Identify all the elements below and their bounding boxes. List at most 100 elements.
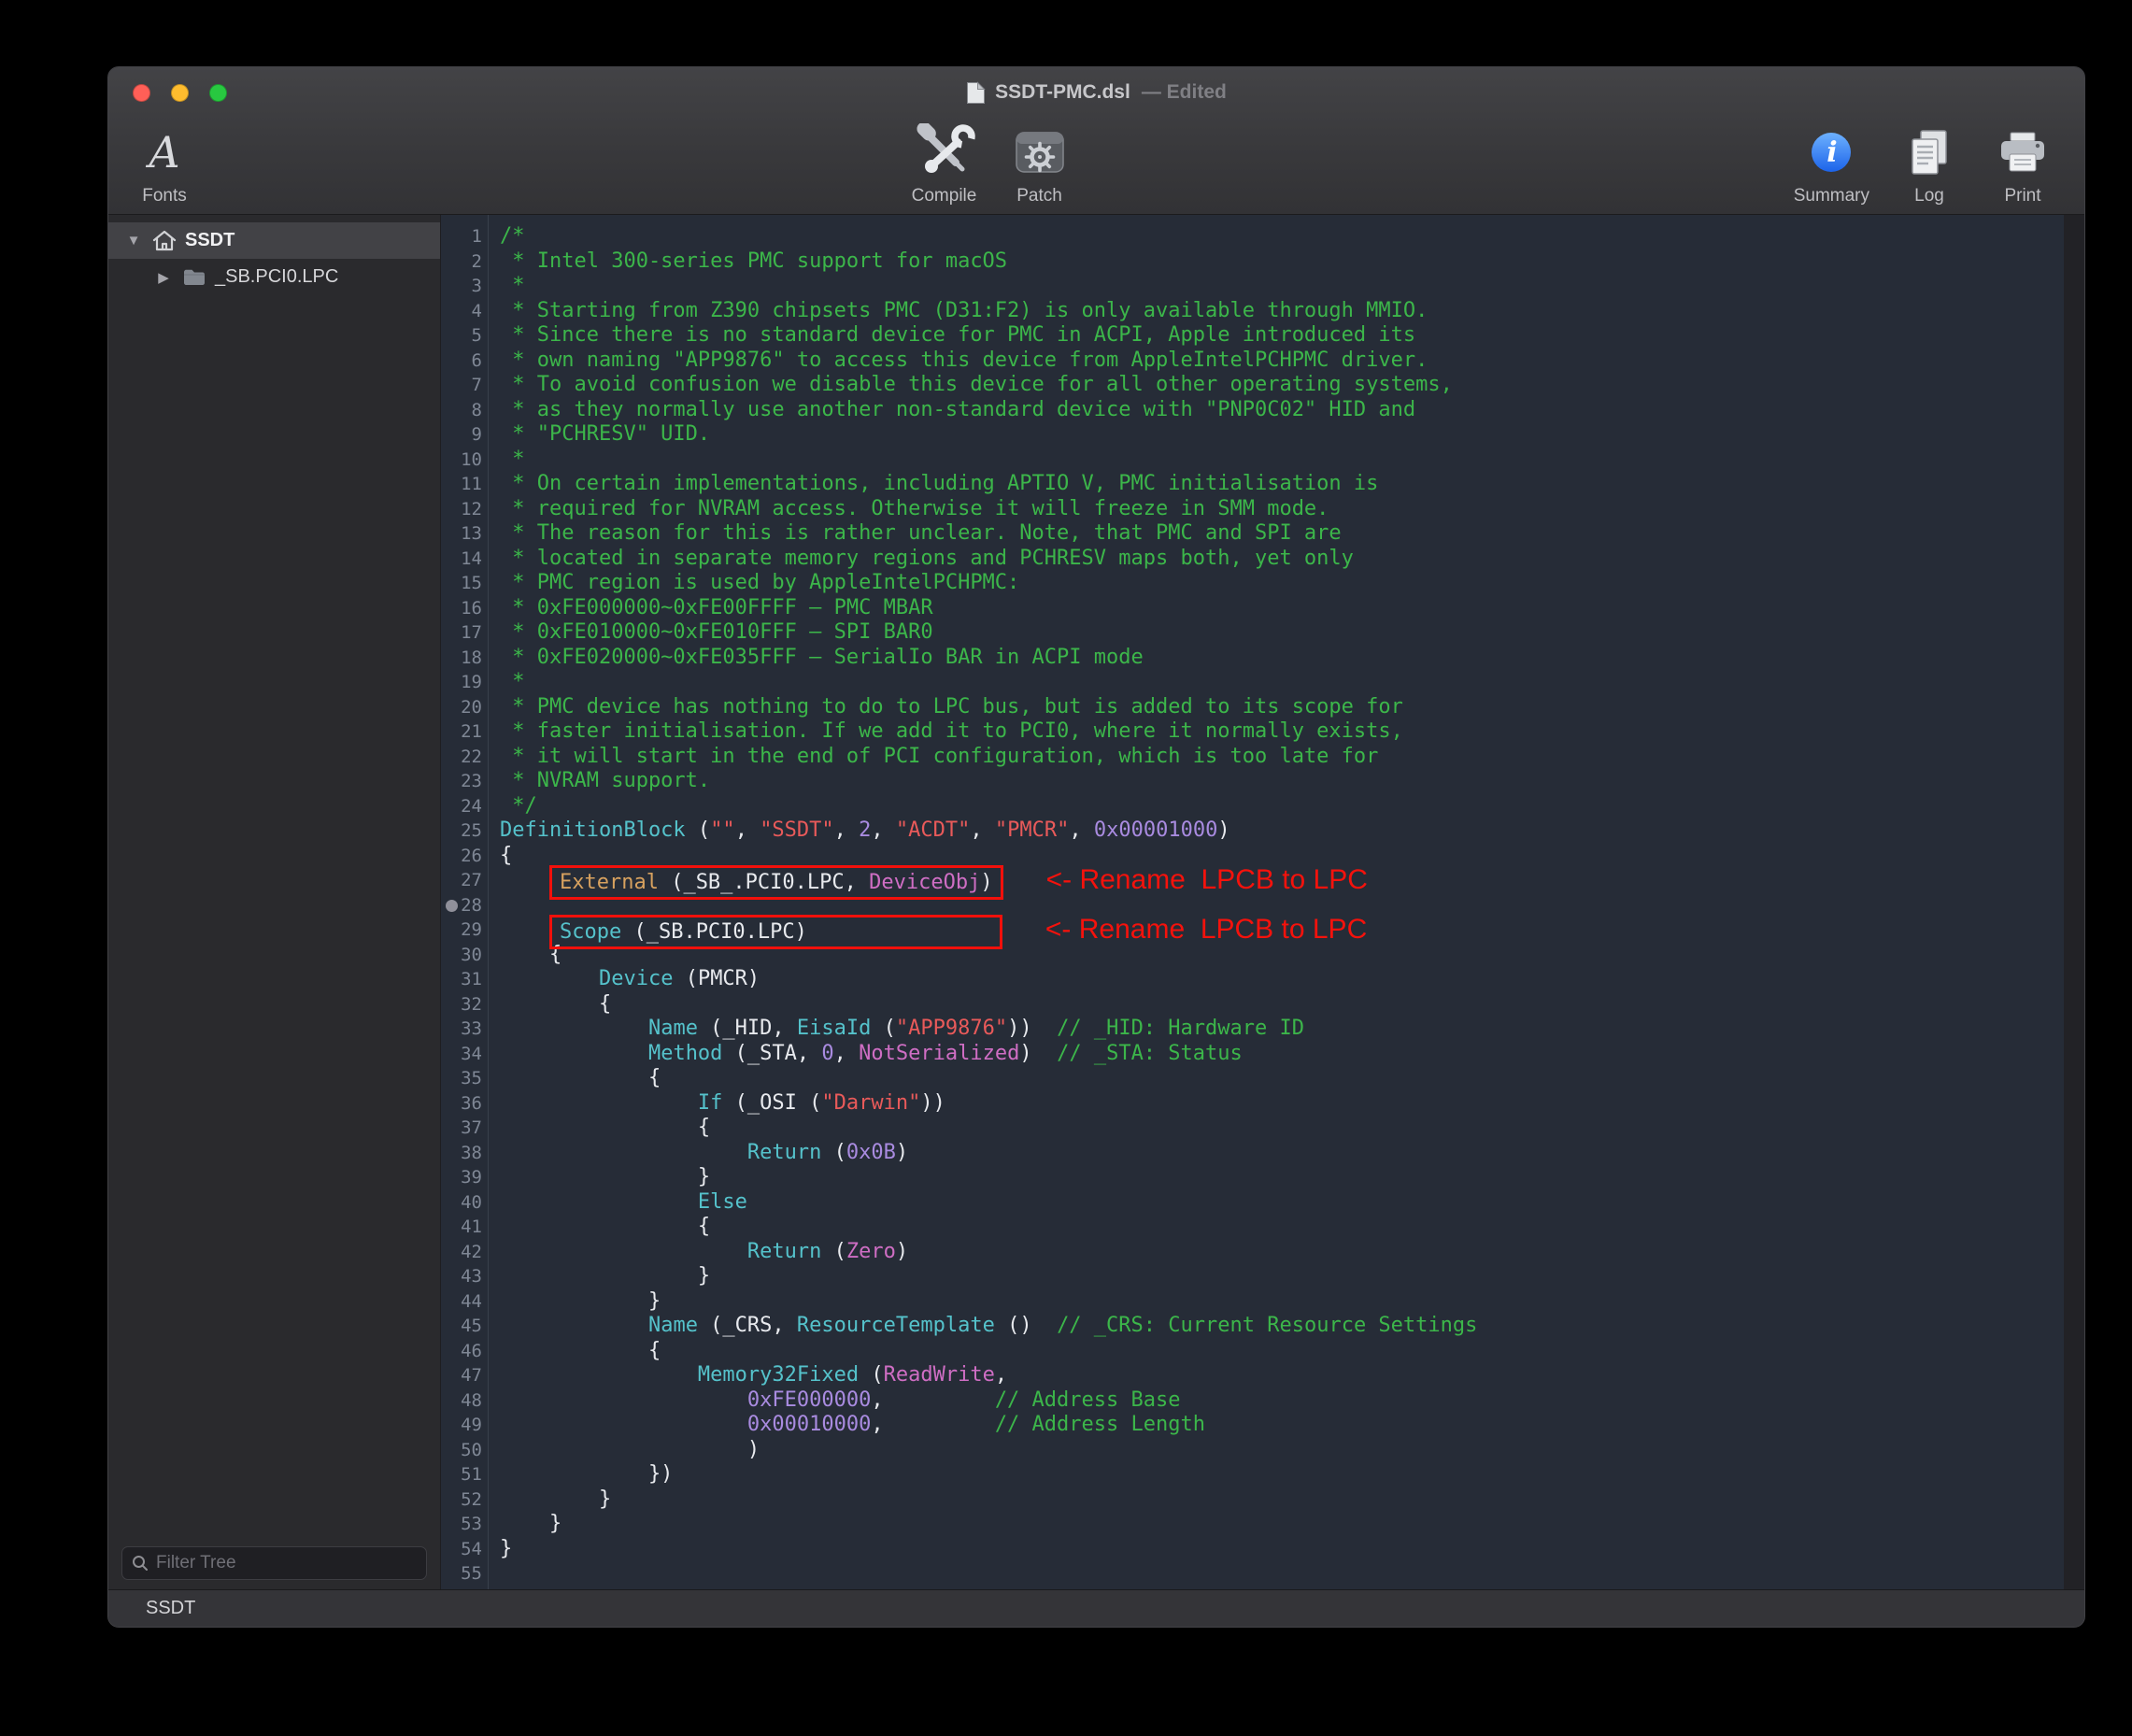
code-line[interactable]: * — [500, 274, 2064, 299]
code-line[interactable]: * The reason for this is rather unclear.… — [500, 521, 2064, 547]
zoom-button[interactable] — [209, 84, 227, 102]
code-token: // _STA: Status — [1057, 1042, 1243, 1065]
code-line[interactable]: * On certain implementations, including … — [500, 472, 2064, 497]
code-line[interactable]: * 0xFE010000~0xFE010FFF – SPI BAR0 — [500, 620, 2064, 646]
code-line[interactable]: 0xFE000000, // Address Base — [500, 1388, 2064, 1414]
code-line[interactable]: } — [500, 1289, 2064, 1315]
print-label: Print — [2004, 186, 2040, 206]
code-line[interactable]: * NVRAM support. — [500, 769, 2064, 794]
source-code[interactable]: /* * Intel 300-series PMC support for ma… — [489, 215, 2064, 1589]
code-token: Name — [648, 1314, 698, 1337]
title-bar[interactable]: SSDT-PMC.dsl — Edited — [108, 67, 2084, 118]
code-line[interactable]: * PMC device has nothing to do to LPC bu… — [500, 695, 2064, 720]
code-line[interactable]: * as they normally use another non-stand… — [500, 398, 2064, 423]
code-line[interactable]: { — [500, 1215, 2064, 1240]
code-line[interactable]: Return (0x0B) — [500, 1141, 2064, 1166]
code-line[interactable]: * faster initialisation. If we add it to… — [500, 719, 2064, 745]
code-token — [500, 1190, 698, 1214]
line-number: 50 — [441, 1438, 482, 1463]
code-line[interactable]: Scope (_SB.PCI0.LPC)<- Rename LPCB to LP… — [500, 918, 2064, 943]
code-line[interactable]: Name (_HID, EisaId ("APP9876")) // _HID:… — [500, 1017, 2064, 1042]
summary-button[interactable]: i Summary — [1794, 117, 1869, 214]
tree-item-sb-pci0-lpc[interactable]: ▶ _SB.PCI0.LPC — [108, 259, 440, 295]
code-line[interactable]: * 0xFE020000~0xFE035FFF – SerialIo BAR i… — [500, 646, 2064, 671]
code-line[interactable]: Method (_STA, 0, NotSerialized) // _STA:… — [500, 1042, 2064, 1067]
fonts-label: Fonts — [142, 186, 187, 206]
code-token: } — [500, 1264, 710, 1288]
code-line[interactable]: } — [500, 1165, 2064, 1190]
code-line[interactable]: } — [500, 1487, 2064, 1513]
code-line[interactable]: /* — [500, 224, 2064, 249]
code-line[interactable]: * 0xFE000000~0xFE00FFFF – PMC MBAR — [500, 596, 2064, 621]
code-line[interactable]: * To avoid confusion we disable this dev… — [500, 373, 2064, 398]
code-token: (_CRS, — [698, 1314, 797, 1337]
disclosure-open-icon[interactable]: ▼ — [123, 233, 144, 249]
code-line[interactable]: Memory32Fixed (ReadWrite, — [500, 1363, 2064, 1388]
code-token: , — [834, 818, 860, 842]
code-line[interactable]: { — [500, 1339, 2064, 1364]
code-line[interactable] — [500, 1561, 2064, 1587]
gutter-marker-dot[interactable] — [446, 900, 458, 912]
code-line[interactable]: Name (_CRS, ResourceTemplate () // _CRS:… — [500, 1314, 2064, 1339]
code-token: * On certain implementations, including … — [500, 472, 1378, 495]
code-line[interactable]: ) — [500, 1438, 2064, 1463]
code-token: , — [834, 1042, 860, 1065]
code-line[interactable]: * required for NVRAM access. Otherwise i… — [500, 497, 2064, 522]
tree-item-label: _SB.PCI0.LPC — [215, 266, 338, 288]
filter-tree-field[interactable] — [121, 1546, 427, 1580]
annotation-text: <- Rename LPCB to LPC — [1045, 914, 1367, 945]
code-line[interactable]: 0x00010000, // Address Length — [500, 1413, 2064, 1438]
tree-item-ssdt[interactable]: ▼ SSDT — [108, 222, 440, 259]
code-token: ( — [821, 1141, 846, 1164]
code-editor[interactable]: 1234567891011121314151617181920212223242… — [441, 215, 2064, 1589]
code-token: { — [500, 1066, 661, 1089]
minimize-button[interactable] — [171, 84, 189, 102]
code-line[interactable]: If (_OSI ("Darwin")) — [500, 1091, 2064, 1117]
log-button[interactable]: Log — [1896, 117, 1963, 214]
code-line[interactable]: * Starting from Z390 chipsets PMC (D31:F… — [500, 299, 2064, 324]
line-number: 10 — [441, 448, 482, 473]
code-line[interactable]: * located in separate memory regions and… — [500, 547, 2064, 572]
line-number: 35 — [441, 1066, 482, 1091]
code-line[interactable]: External (_SB_.PCI0.LPC, DeviceObj)<- Re… — [500, 868, 2064, 893]
code-line[interactable]: { — [500, 1116, 2064, 1141]
code-line[interactable]: * — [500, 670, 2064, 695]
code-line[interactable]: * PMC region is used by AppleIntelPCHPMC… — [500, 571, 2064, 596]
code-line[interactable]: Device (PMCR) — [500, 967, 2064, 992]
code-token: * located in separate memory regions and… — [500, 547, 1354, 570]
line-number: 29 — [441, 918, 482, 943]
line-number: 49 — [441, 1413, 482, 1438]
line-number: 55 — [441, 1561, 482, 1587]
document-icon — [966, 81, 986, 105]
code-line[interactable]: { — [500, 992, 2064, 1017]
close-button[interactable] — [133, 84, 150, 102]
code-token: } — [500, 1487, 611, 1511]
code-line[interactable]: * — [500, 448, 2064, 473]
code-line[interactable]: { — [500, 1066, 2064, 1091]
code-line[interactable]: } — [500, 1537, 2064, 1562]
code-token: 2 — [859, 818, 871, 842]
annotation-box-scope: Scope (_SB.PCI0.LPC) — [549, 915, 1002, 949]
code-line[interactable]: * Intel 300-series PMC support for macOS — [500, 249, 2064, 275]
code-line[interactable]: * own naming "APP9876" to access this de… — [500, 349, 2064, 374]
code-line[interactable]: */ — [500, 794, 2064, 819]
filter-tree-input[interactable] — [156, 1553, 417, 1573]
compile-button[interactable]: Compile — [911, 117, 978, 214]
code-token: * as they normally use another non-stand… — [500, 398, 1415, 421]
print-button[interactable]: Print — [1989, 117, 2056, 214]
code-line[interactable]: } — [500, 1264, 2064, 1289]
code-line[interactable]: * it will start in the end of PCI config… — [500, 745, 2064, 770]
code-line[interactable]: DefinitionBlock ("", "SSDT", 2, "ACDT", … — [500, 818, 2064, 844]
code-line[interactable]: Else — [500, 1190, 2064, 1216]
code-token: * NVRAM support. — [500, 769, 710, 792]
code-line[interactable]: Return (Zero) — [500, 1240, 2064, 1265]
code-line[interactable]: } — [500, 1512, 2064, 1537]
code-token: ( — [859, 1363, 884, 1387]
code-line[interactable]: * "PCHRESV" UID. — [500, 422, 2064, 448]
disclosure-closed-icon[interactable]: ▶ — [153, 269, 174, 286]
code-line[interactable]: * Since there is no standard device for … — [500, 323, 2064, 349]
fonts-button[interactable]: A Fonts — [131, 117, 198, 214]
code-token — [500, 1091, 698, 1115]
code-line[interactable]: }) — [500, 1462, 2064, 1487]
patch-button[interactable]: Patch — [1006, 117, 1073, 214]
